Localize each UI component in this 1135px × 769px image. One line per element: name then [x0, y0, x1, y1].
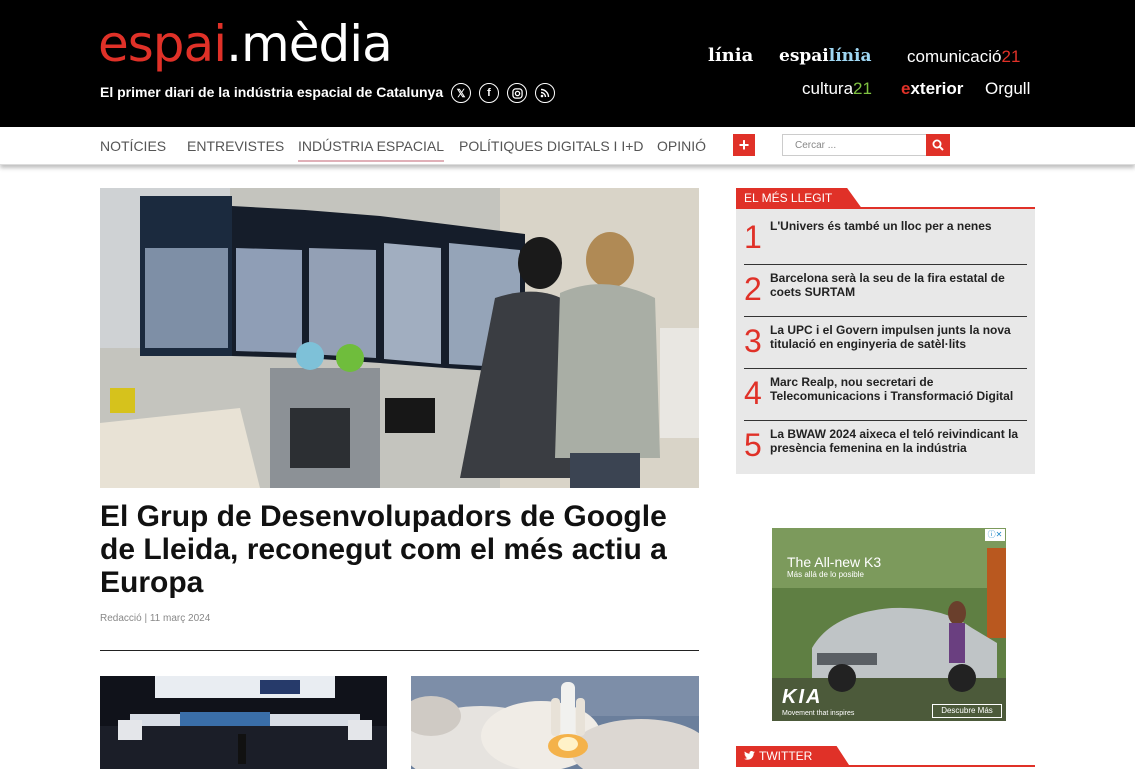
nav-politiques-digitals[interactable]: POLÍTIQUES DIGITALS I I+D [459, 138, 644, 154]
instagram-icon[interactable] [507, 83, 527, 103]
ad-choices-icon[interactable]: ⓘ✕ [985, 529, 1005, 541]
site-tagline: El primer diari de la indústria espacial… [100, 84, 444, 100]
more-menu-button[interactable]: + [733, 134, 755, 156]
nav-noticies[interactable]: NOTÍCIES [100, 138, 166, 154]
rss-icon[interactable] [535, 83, 555, 103]
most-read-item[interactable]: 4 Marc Realp, nou secretari de Telecomun… [744, 369, 1027, 421]
divider [100, 650, 699, 651]
nav-opinio[interactable]: OPINIÓ [657, 138, 706, 154]
most-read-title: EL MÉS LLEGIT [736, 188, 863, 209]
article-thumbnail-rocket[interactable] [411, 676, 699, 769]
ad-headline: The All-new K3 [787, 554, 882, 570]
hero-headline[interactable]: El Grup de Desenvolupadors de Google de … [100, 500, 700, 599]
most-read-list: 1 L'Univers és també un lloc per a nenes… [736, 209, 1035, 474]
brand-exterior[interactable]: exterior [901, 79, 963, 99]
ad-subheadline: Más allá de lo posible [787, 570, 864, 579]
most-read-item[interactable]: 3 La UPC i el Govern impulsen junts la n… [744, 317, 1027, 369]
facebook-icon[interactable]: f [479, 83, 499, 103]
brand-linia[interactable]: línia [708, 45, 753, 66]
twitter-icon [744, 751, 755, 760]
main-nav: NOTÍCIES ENTREVISTES INDÚSTRIA ESPACIAL … [0, 127, 1135, 165]
most-read-item[interactable]: 5 La BWAW 2024 aixeca el teló reivindica… [744, 421, 1027, 473]
logo-main: espai [98, 15, 227, 73]
article-meta: Redacció | 11 març 2024 [100, 613, 211, 624]
most-read-header: EL MÉS LLEGIT [736, 188, 1035, 209]
most-read-item[interactable]: 2 Barcelona serà la seu de la fira estat… [744, 265, 1027, 317]
brand-espai-linia[interactable]: espailínia [779, 46, 872, 66]
hero-image[interactable] [100, 188, 699, 488]
most-read-item[interactable]: 1 L'Univers és també un lloc per a nenes [744, 213, 1027, 265]
ad-cta-button[interactable]: Descubre Más [932, 704, 1002, 718]
search-icon [932, 139, 944, 151]
logo-suffix: mèdia [241, 15, 393, 73]
search-button[interactable] [926, 134, 950, 156]
article-thumbnail-conference[interactable] [100, 676, 387, 769]
nav-entrevistes[interactable]: ENTREVISTES [187, 138, 284, 154]
logo-dot: . [226, 15, 242, 73]
kia-logo: KIA [782, 686, 823, 708]
search-input[interactable]: Cercar ... [782, 134, 928, 156]
advertisement-banner[interactable]: The All-new K3 Más allá de lo posible KI… [772, 528, 1006, 721]
ad-slogan: Movement that inspires [782, 710, 855, 717]
nav-industria-espacial[interactable]: INDÚSTRIA ESPACIAL [298, 138, 445, 162]
brand-cultura21[interactable]: cultura21 [802, 79, 872, 99]
site-header: espai.mèdia El primer diari de la indúst… [0, 0, 1135, 127]
x-icon[interactable]: 𝕏 [451, 83, 471, 103]
twitter-header: TWITTER [736, 746, 1035, 767]
brand-comunicacio21[interactable]: comunicació21 [907, 47, 1020, 67]
brand-orgull[interactable]: Orgull [985, 79, 1030, 99]
site-logo[interactable]: espai.mèdia [98, 14, 393, 74]
twitter-title: TWITTER [736, 746, 851, 767]
